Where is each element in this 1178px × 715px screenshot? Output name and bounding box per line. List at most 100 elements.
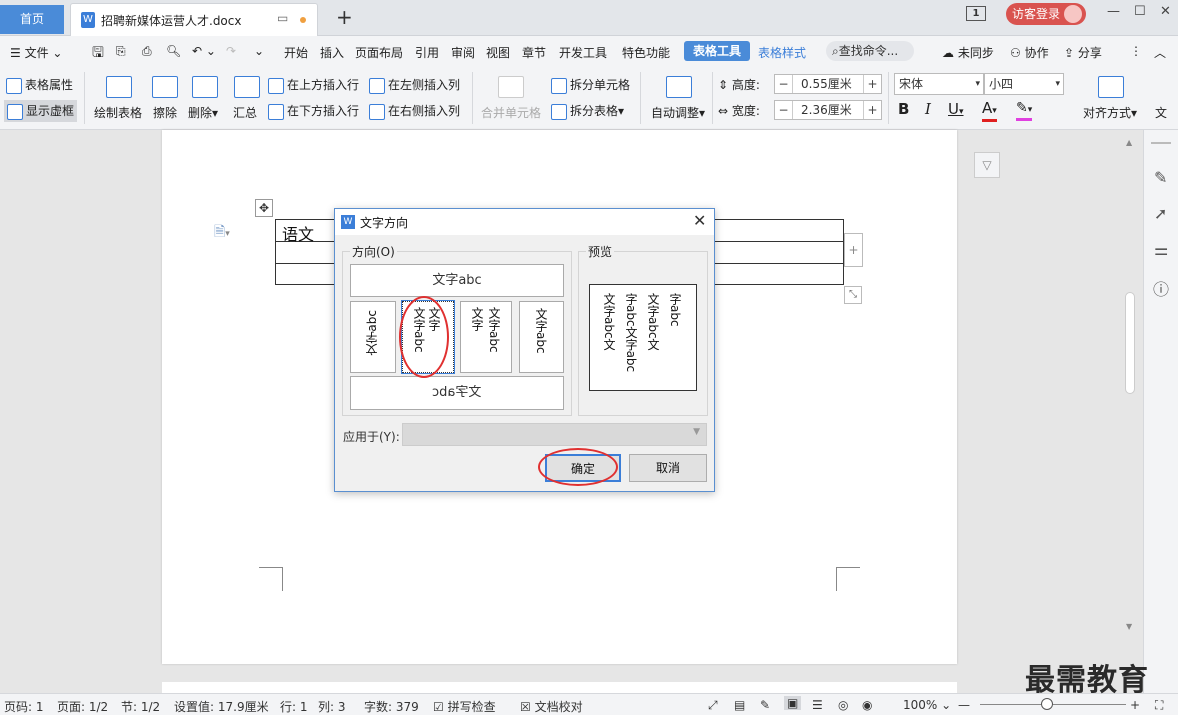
menu-features[interactable]: 特色功能: [622, 44, 670, 61]
maximize-icon[interactable]: ☐: [1134, 4, 1146, 19]
font-size-select[interactable]: 小四 ▾: [984, 73, 1064, 95]
help-icon[interactable]: ⓘ: [1153, 276, 1169, 300]
menu-reference[interactable]: 引用: [415, 44, 439, 61]
preview-icon[interactable]: 🔍︎: [166, 44, 181, 58]
paragraph-icon[interactable]: 🗎▾: [214, 221, 230, 245]
menu-start[interactable]: 开始: [284, 44, 308, 61]
dialog-close-icon[interactable]: ✕: [693, 211, 706, 230]
table-move-handle-icon[interactable]: ✥: [255, 199, 273, 217]
tab-table-tools[interactable]: 表格工具: [684, 41, 750, 61]
new-tab-button[interactable]: +: [336, 5, 353, 29]
italic-button[interactable]: I: [925, 100, 931, 118]
pen-icon[interactable]: ✎: [1154, 168, 1167, 187]
split-table-button[interactable]: 拆分表格▾: [551, 102, 624, 120]
draw-table-button[interactable]: 绘制表格: [94, 104, 142, 121]
menu-layout[interactable]: 页面布局: [355, 44, 403, 61]
show-grid-button[interactable]: 显示虚框: [4, 100, 78, 122]
zoom-slider-thumb[interactable]: [1041, 698, 1053, 710]
table-resize-handle-icon[interactable]: ⤡: [844, 286, 862, 304]
menu-insert[interactable]: 插入: [320, 44, 344, 61]
font-color-button[interactable]: A▾: [982, 100, 997, 122]
summary-button[interactable]: 汇总: [233, 104, 257, 121]
option-horizontal[interactable]: 文字abc: [350, 264, 564, 297]
height-increase-button[interactable]: +: [863, 75, 881, 93]
option-rotate-left[interactable]: 文字abc: [350, 301, 396, 373]
fullscreen-icon[interactable]: ⤢: [708, 698, 718, 713]
minimize-icon[interactable]: —: [1107, 4, 1120, 19]
collab-button[interactable]: ⚇ 协作: [1010, 44, 1049, 61]
width-stepper[interactable]: − 2.36厘米 +: [774, 100, 882, 120]
more-icon[interactable]: ⌄: [254, 44, 264, 58]
tab-home[interactable]: 首页: [0, 5, 64, 34]
scroll-up-icon[interactable]: ▲: [1126, 138, 1132, 147]
height-decrease-button[interactable]: −: [775, 75, 793, 93]
apply-to-select[interactable]: ▼: [402, 423, 707, 446]
close-icon[interactable]: ✕: [1160, 4, 1171, 19]
search-command[interactable]: ⌕查找命令...: [826, 41, 914, 61]
zoom-out-button[interactable]: —: [958, 698, 970, 712]
menu-review[interactable]: 审阅: [451, 44, 475, 61]
insert-below-button[interactable]: 在下方插入行: [268, 102, 359, 120]
zoom-in-button[interactable]: +: [1130, 698, 1140, 712]
monitor-icon[interactable]: ▭: [277, 11, 288, 25]
width-decrease-button[interactable]: −: [775, 101, 793, 119]
zoom-slider[interactable]: [980, 704, 1126, 705]
spell-check-button[interactable]: ☑ 拼写检查: [433, 698, 496, 715]
sync-status[interactable]: ☁ 未同步: [942, 44, 994, 61]
filter-icon[interactable]: ▽: [974, 152, 1000, 178]
eraser-icon: [152, 76, 178, 98]
table-props-button[interactable]: 表格属性: [6, 76, 73, 94]
export-icon[interactable]: ⎘: [116, 44, 126, 59]
pointer-icon[interactable]: ➚: [1154, 204, 1167, 223]
cancel-button[interactable]: 取消: [629, 454, 707, 482]
proof-button[interactable]: ☒ 文档校对: [520, 698, 583, 715]
option-vertical-rtl[interactable]: 文字 文字abc: [460, 301, 512, 373]
text-button[interactable]: 文: [1155, 104, 1167, 121]
bold-button[interactable]: B: [898, 100, 909, 118]
underline-button[interactable]: U▾: [948, 100, 964, 118]
redo-icon[interactable]: ↷: [226, 44, 236, 58]
table-cell-text[interactable]: 语文: [282, 221, 314, 245]
scroll-down-icon[interactable]: ▼: [1126, 622, 1132, 631]
height-stepper[interactable]: − 0.55厘米 +: [774, 74, 882, 94]
more-options-icon[interactable]: ⋮: [1130, 44, 1142, 58]
tab-document[interactable]: W 招聘新媒体运营人才.docx ▭: [70, 3, 318, 36]
insert-left-button[interactable]: 在左侧插入列: [369, 76, 460, 94]
add-column-button[interactable]: +: [844, 233, 863, 267]
menu-section[interactable]: 章节: [522, 44, 546, 61]
insert-above-button[interactable]: 在上方插入行: [268, 76, 359, 94]
print-icon[interactable]: ⎙: [142, 44, 152, 59]
web-view-icon[interactable]: ◎: [838, 698, 848, 712]
page-view-icon[interactable]: ▣: [784, 696, 802, 710]
outline-view-icon[interactable]: ☰: [812, 698, 823, 712]
write-mode-icon[interactable]: ✎: [760, 698, 770, 712]
menu-developer[interactable]: 开发工具: [559, 44, 607, 61]
auto-fit-button[interactable]: 自动调整▾: [651, 104, 705, 121]
save-icon[interactable]: 🖫: [92, 42, 104, 66]
read-mode-icon[interactable]: ▤: [734, 698, 745, 712]
width-increase-button[interactable]: +: [863, 101, 881, 119]
undo-icon[interactable]: ↶ ⌄: [192, 44, 216, 58]
scrollbar-thumb[interactable]: [1125, 292, 1135, 394]
font-name-select[interactable]: 宋体 ▾: [894, 73, 984, 95]
share-button[interactable]: ⇪ 分享: [1064, 44, 1102, 61]
menu-view[interactable]: 视图: [486, 44, 510, 61]
insert-right-button[interactable]: 在右侧插入列: [369, 102, 460, 120]
highlight-button[interactable]: ✎▾: [1016, 100, 1033, 121]
collapse-ribbon-icon[interactable]: ︿: [1154, 44, 1166, 61]
login-button[interactable]: 访客登录: [1006, 3, 1086, 25]
eye-protect-icon[interactable]: ◉: [862, 698, 872, 712]
option-rotate-right[interactable]: 文字abc: [519, 301, 564, 373]
fit-window-icon[interactable]: ⛶: [1155, 698, 1163, 713]
merge-cells-button[interactable]: 合并单元格: [481, 104, 541, 121]
file-menu[interactable]: ☰ 文件 ⌄: [10, 44, 62, 61]
delete-button[interactable]: 删除▾: [188, 104, 218, 121]
tab-table-style[interactable]: 表格样式: [758, 44, 806, 61]
align-button[interactable]: 对齐方式▾: [1083, 104, 1137, 121]
settings-sliders-icon[interactable]: ⚌: [1154, 240, 1168, 259]
zoom-level[interactable]: 100% ⌄: [903, 698, 951, 712]
erase-button[interactable]: 擦除: [153, 104, 177, 121]
page-indicator[interactable]: 1: [966, 6, 986, 21]
split-cells-button[interactable]: 拆分单元格: [551, 76, 630, 94]
option-flipped[interactable]: 文字abc: [350, 376, 564, 410]
